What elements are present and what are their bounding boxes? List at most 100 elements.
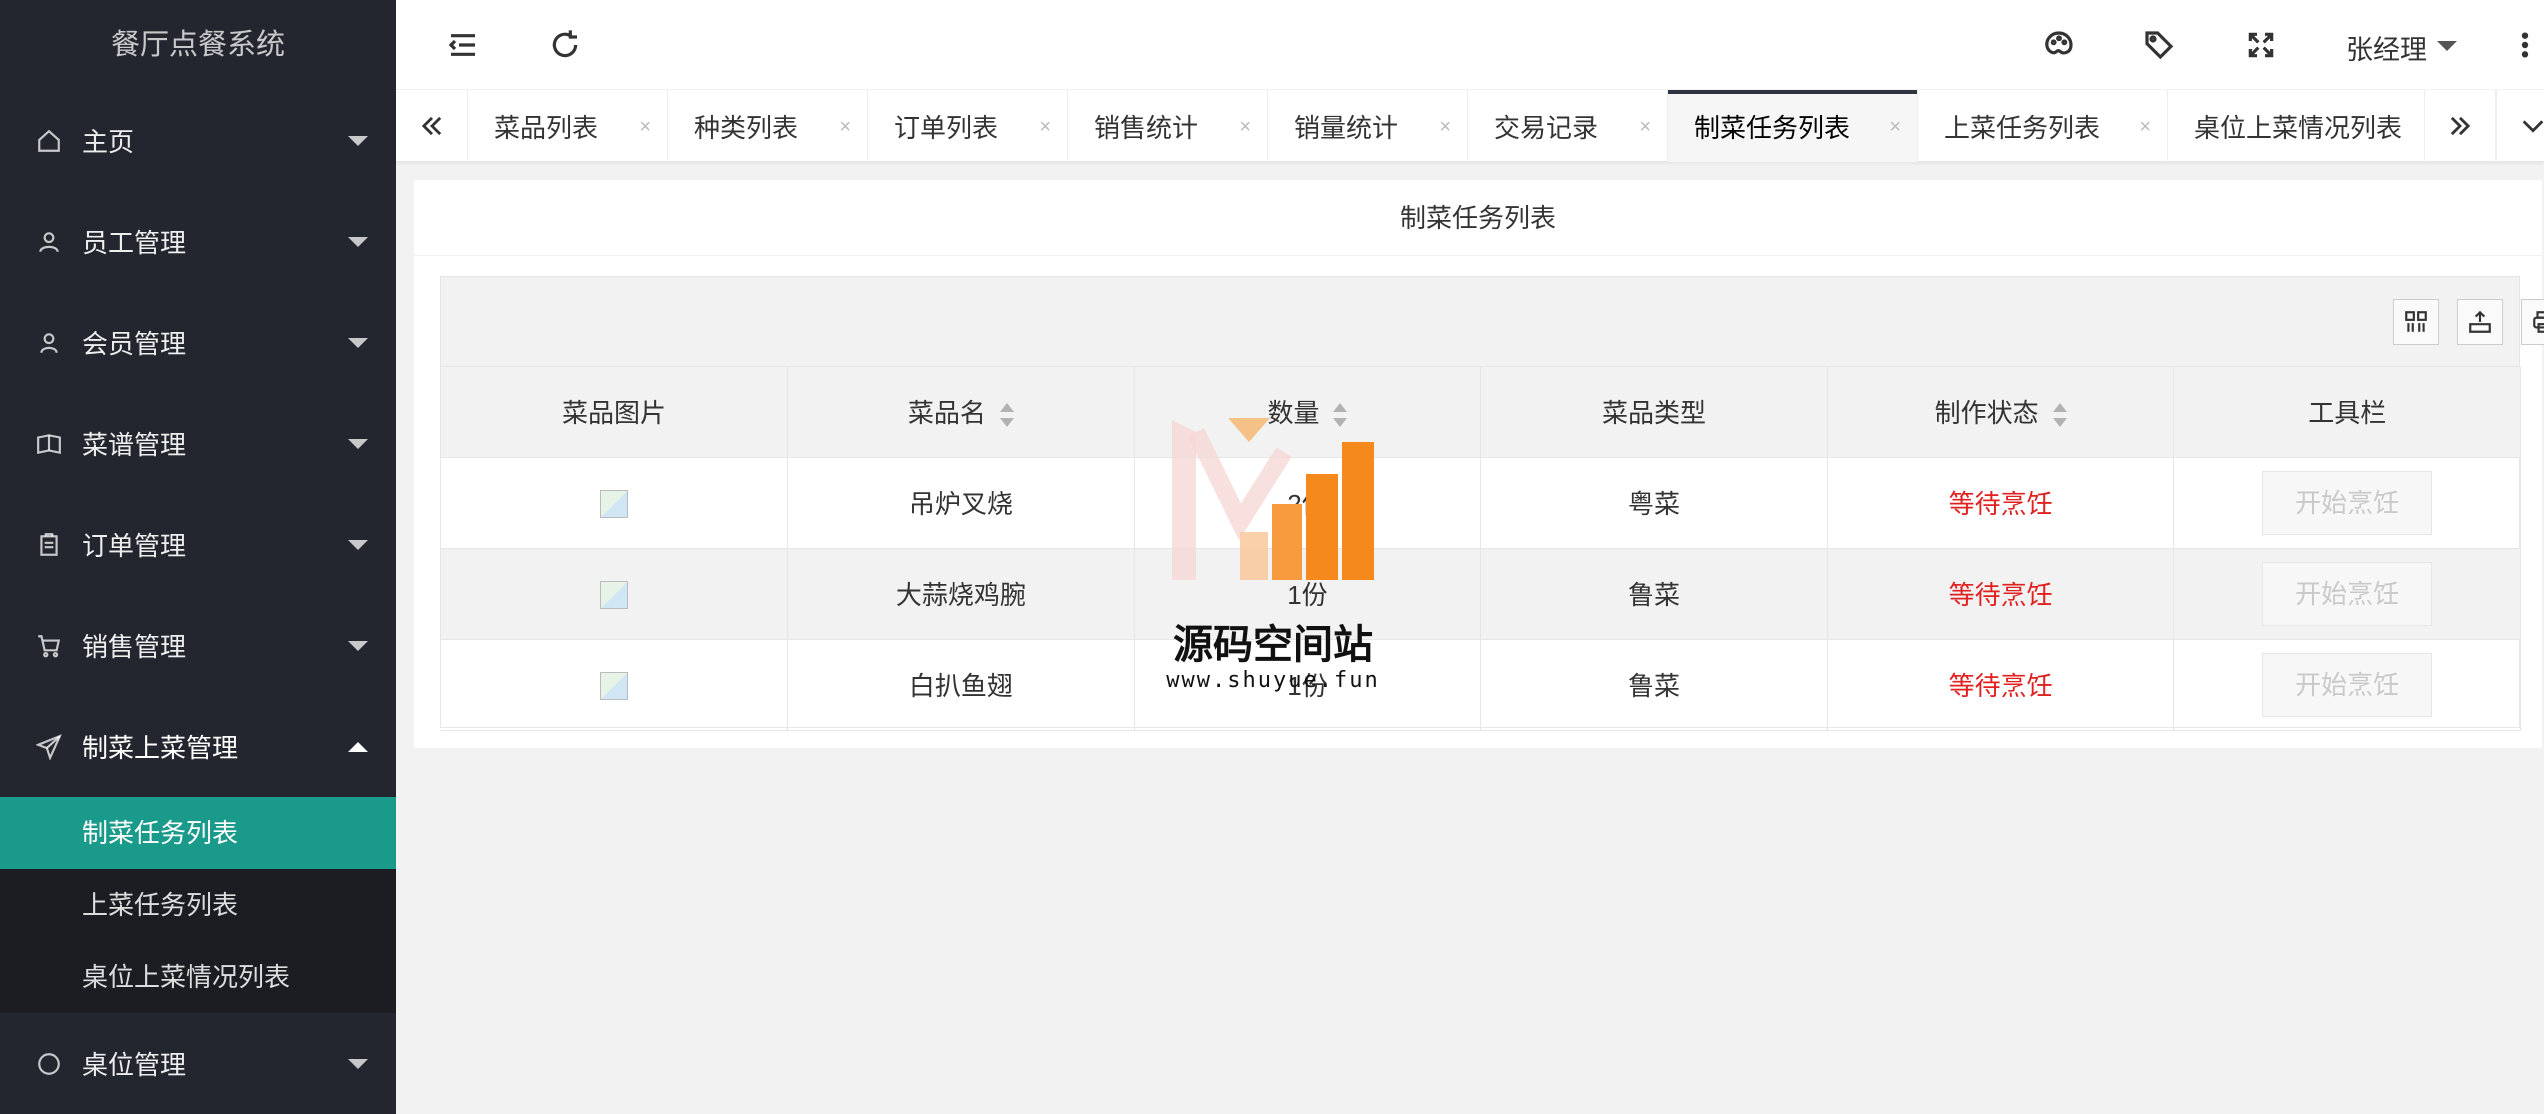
broken-image-icon — [600, 581, 629, 610]
tab-dish-list[interactable]: 菜品列表 × — [468, 90, 668, 162]
tab-label: 订单列表 — [894, 112, 999, 143]
dish-type: 鲁菜 — [1480, 548, 1828, 640]
column-header-sortable[interactable]: 菜品名 — [787, 367, 1135, 458]
refresh-button[interactable] — [542, 22, 588, 68]
tab-label: 桌位上菜情况列表 — [2194, 112, 2403, 143]
sort-icon[interactable] — [2052, 403, 2067, 428]
grid-toolbar — [441, 277, 2544, 367]
export-button[interactable] — [2457, 299, 2503, 345]
tab-label: 种类列表 — [694, 112, 799, 143]
tab-label: 销售统计 — [1094, 112, 1199, 143]
close-icon[interactable]: × — [639, 116, 651, 139]
close-icon[interactable]: × — [1639, 116, 1651, 139]
tab-category-list[interactable]: 种类列表 × — [668, 90, 868, 162]
start-cooking-button[interactable]: 开始烹饪 — [2262, 652, 2433, 717]
more-menu-button[interactable] — [2502, 22, 2544, 68]
fullscreen-icon — [2248, 32, 2274, 58]
double-chevron-left-icon — [421, 116, 441, 136]
close-icon[interactable]: × — [839, 116, 851, 139]
app-title: 餐厅点餐系统 — [110, 29, 285, 61]
cart-icon — [36, 633, 62, 659]
tab-serving-tasks[interactable]: 上菜任务列表 × — [1918, 90, 2168, 162]
sidebar-item-members[interactable]: 会员管理 — [0, 292, 396, 393]
table-row: 大蒜烧鸡腕 1份 鲁菜 等待烹饪 开始烹饪 — [441, 548, 2521, 640]
task-table: 菜品图片 菜品名 数量 菜品类型 制作状态 工具栏 吊炉叉烧 2份 粤菜 等待烹… — [441, 367, 2521, 731]
caret-down-icon — [2437, 41, 2457, 51]
tab-table-serving[interactable]: 桌位上菜情况列表 — [2168, 90, 2424, 162]
sidebar-subitem-serving-tasks[interactable]: 上菜任务列表 — [0, 869, 396, 941]
close-icon[interactable]: × — [1439, 116, 1451, 139]
tab-sales-stats[interactable]: 销售统计 × — [1068, 90, 1268, 162]
columns-icon — [2405, 311, 2427, 332]
columns-filter-button[interactable] — [2393, 299, 2439, 345]
double-chevron-right-icon — [2450, 116, 2471, 136]
sidebar-item-tables[interactable]: 桌位管理 — [0, 1013, 396, 1114]
tab-order-list[interactable]: 订单列表 × — [868, 90, 1068, 162]
status-badge: 等待烹饪 — [1827, 639, 2175, 731]
tag-icon — [2145, 31, 2174, 60]
page-title: 制菜任务列表 — [414, 180, 2542, 256]
close-icon[interactable]: × — [2139, 116, 2151, 139]
caret-up-icon — [348, 741, 368, 752]
caret-down-icon — [348, 236, 368, 247]
sidebar-item-label: 员工管理 — [82, 228, 187, 258]
dish-name: 白扒鱼翅 — [787, 639, 1135, 731]
sidebar-item-staff[interactable]: 员工管理 — [0, 191, 396, 292]
header: 张经理 — [396, 0, 2544, 90]
start-cooking-button[interactable]: 开始烹饪 — [2262, 470, 2433, 535]
toolbar-cell: 开始烹饪 — [2173, 548, 2521, 640]
tabs-menu-button[interactable] — [2496, 90, 2544, 162]
caret-down-icon — [348, 438, 368, 449]
table-row: 白扒鱼翅 1份 鲁菜 等待烹饪 开始烹饪 — [441, 639, 2521, 731]
column-header: 菜品图片 — [441, 367, 789, 458]
sidebar-item-recipes[interactable]: 菜谱管理 — [0, 393, 396, 494]
tab-transactions[interactable]: 交易记录 × — [1468, 90, 1668, 162]
chevron-down-icon — [2522, 120, 2543, 133]
close-icon[interactable]: × — [1889, 116, 1901, 139]
caret-down-icon — [348, 539, 368, 550]
sidebar-item-label: 销售管理 — [82, 632, 187, 662]
sidebar-item-sales[interactable]: 销售管理 — [0, 595, 396, 696]
theme-button[interactable] — [2036, 22, 2082, 68]
print-button[interactable] — [2521, 299, 2544, 345]
fullscreen-button[interactable] — [2238, 22, 2284, 68]
tab-label: 上菜任务列表 — [1944, 112, 2101, 143]
dish-type: 鲁菜 — [1480, 639, 1828, 731]
caret-down-icon — [348, 135, 368, 146]
tab-label: 菜品列表 — [494, 112, 599, 143]
caret-down-icon — [348, 640, 368, 651]
sidebar-item-label: 会员管理 — [82, 329, 187, 359]
sidebar-subitem-table-serving[interactable]: 桌位上菜情况列表 — [0, 941, 396, 1013]
tab-label: 制菜任务列表 — [1694, 112, 1851, 143]
tabs-scroll-left-button[interactable] — [396, 90, 468, 162]
start-cooking-button[interactable]: 开始烹饪 — [2262, 561, 2433, 626]
close-icon[interactable]: × — [1239, 116, 1251, 139]
tab-cooking-tasks[interactable]: 制菜任务列表 × — [1668, 90, 1918, 162]
tag-button[interactable] — [2136, 22, 2182, 68]
dish-name: 吊炉叉烧 — [787, 457, 1135, 549]
column-header: 菜品类型 — [1480, 367, 1828, 458]
user-icon — [36, 330, 62, 356]
caret-down-icon — [348, 1058, 368, 1069]
user-menu[interactable]: 张经理 — [2346, 28, 2427, 67]
more-vertical-icon — [2521, 32, 2529, 58]
sidebar-subitem-cooking-tasks[interactable]: 制菜任务列表 — [0, 797, 396, 869]
column-header-sortable[interactable]: 制作状态 — [1827, 367, 2175, 458]
print-icon — [2533, 311, 2544, 333]
book-icon — [36, 431, 62, 457]
sort-icon[interactable] — [999, 403, 1014, 428]
tab-volume-stats[interactable]: 销量统计 × — [1268, 90, 1468, 162]
sidebar-item-label: 菜谱管理 — [82, 430, 187, 460]
sidebar: 餐厅点餐系统 主页 员工管理 会员管理 菜谱管理 订单管理 销售管理 制菜上菜管… — [0, 0, 396, 1114]
tab-label: 交易记录 — [1494, 112, 1599, 143]
sidebar-item-label: 桌位管理 — [82, 1050, 187, 1080]
tabs-scroll-right-button[interactable] — [2424, 90, 2496, 162]
send-icon — [36, 733, 62, 760]
sidebar-item-label: 制菜上菜管理 — [82, 733, 239, 763]
sidebar-item-cooking-serving[interactable]: 制菜上菜管理 — [0, 696, 396, 797]
sidebar-item-home[interactable]: 主页 — [0, 90, 396, 191]
toolbar-cell: 开始烹饪 — [2173, 457, 2521, 549]
close-icon[interactable]: × — [1039, 116, 1051, 139]
collapse-sidebar-button[interactable] — [440, 22, 486, 68]
sidebar-item-orders[interactable]: 订单管理 — [0, 494, 396, 595]
